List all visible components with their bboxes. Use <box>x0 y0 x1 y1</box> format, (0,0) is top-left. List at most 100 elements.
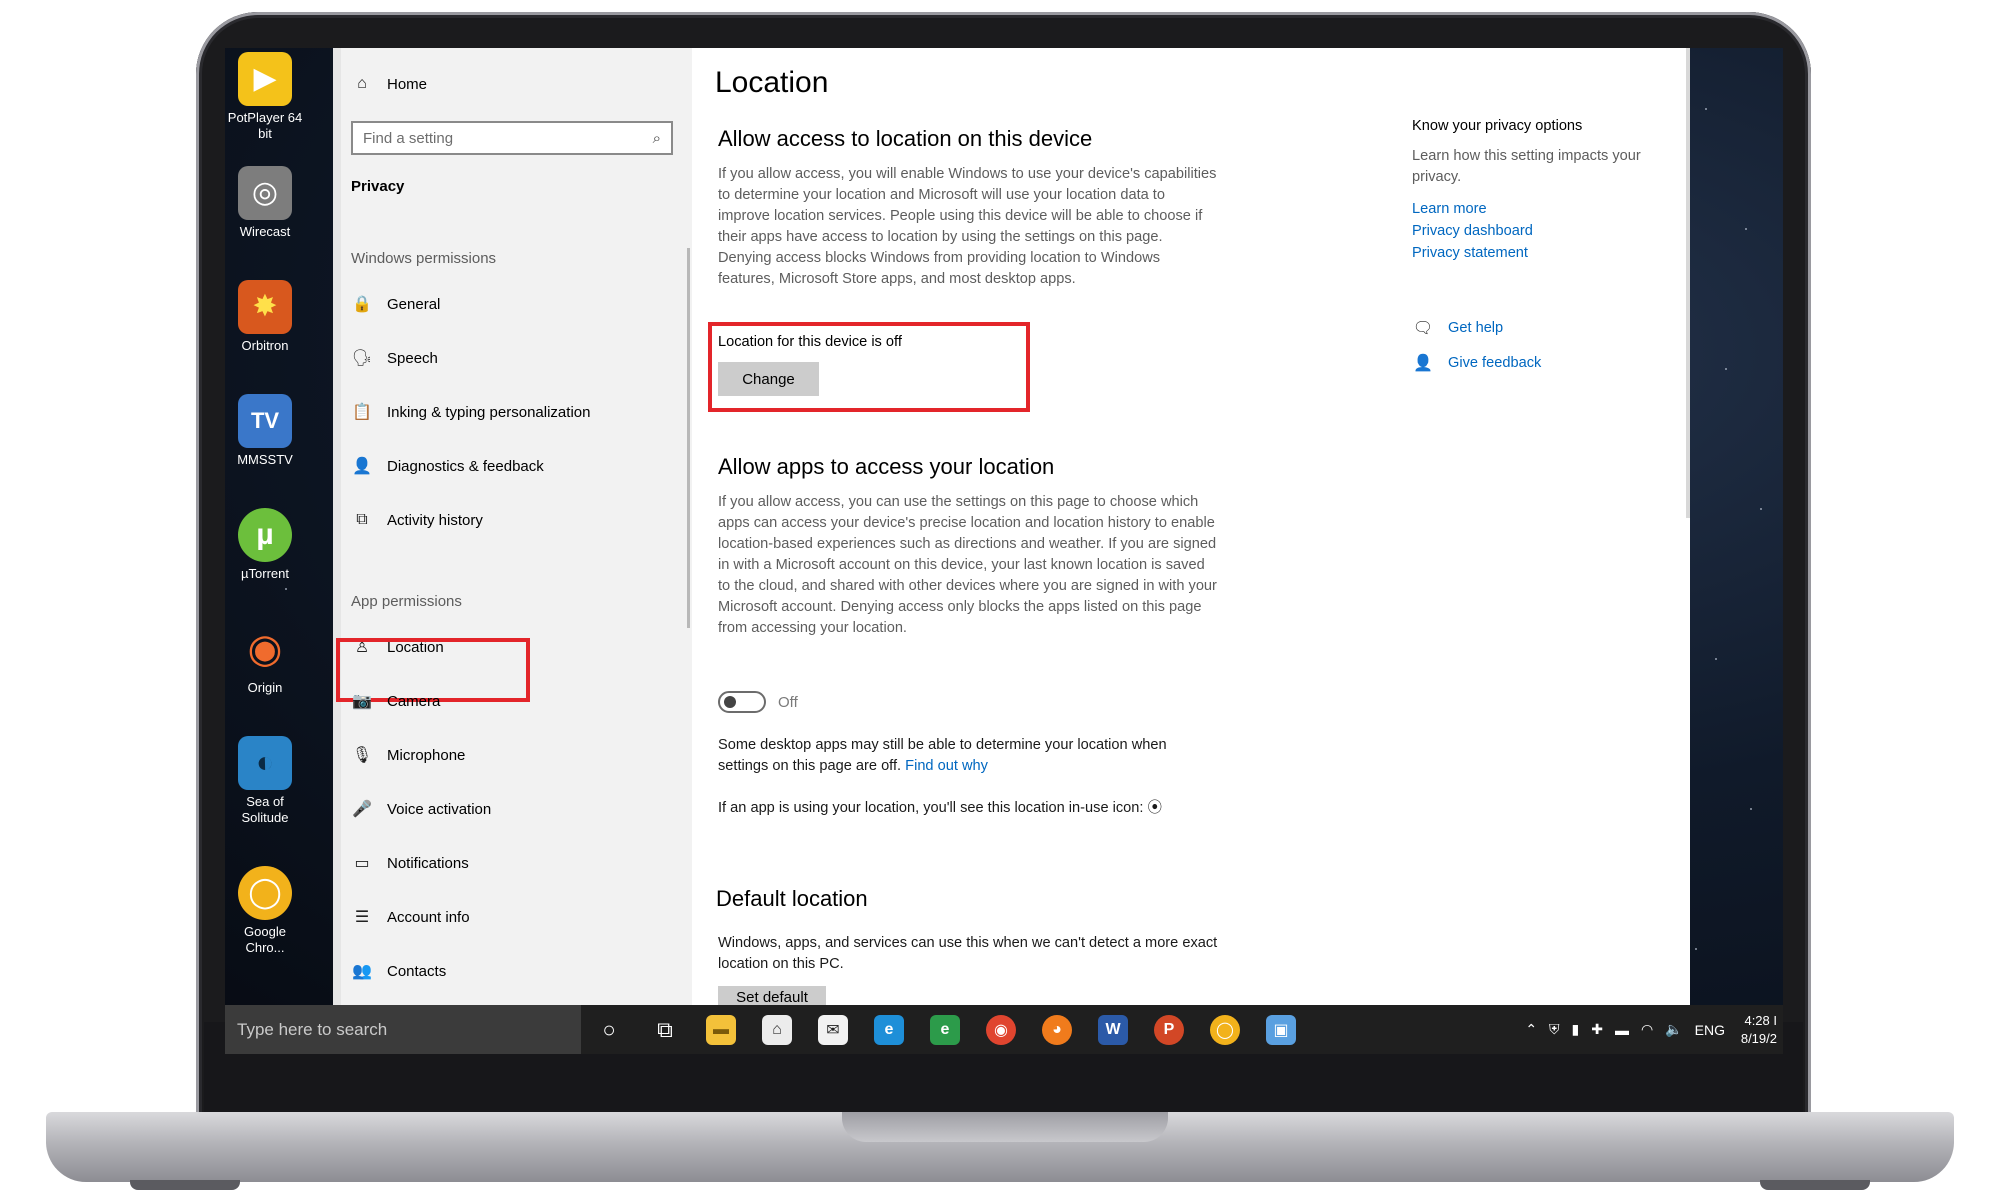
taskbar-remote-desktop[interactable]: ▣ <box>1253 1005 1309 1054</box>
desktop-icon-mmsstv[interactable]: TV MMSSTV <box>225 394 305 468</box>
taskbar-internet-explorer[interactable]: e <box>861 1005 917 1054</box>
sidebar-item-label: Diagnostics & feedback <box>387 457 544 475</box>
sidebar-item-notifications[interactable]: ▭ Notifications <box>351 843 469 883</box>
shield-icon[interactable]: ⛨ <box>1549 1021 1560 1038</box>
taskbar-firefox[interactable]: ◕ <box>1029 1005 1085 1054</box>
home-icon: ⌂ <box>357 75 367 92</box>
taskbar-mail[interactable]: ✉ <box>805 1005 861 1054</box>
device-access-description: If you allow access, you will enable Win… <box>718 166 1217 287</box>
sidebar-item-home[interactable]: ⌂ Home <box>351 64 427 104</box>
word-icon: W <box>1098 1014 1128 1045</box>
desktop-icon-google-chrome[interactable]: ◯ Google Chro... <box>225 866 305 956</box>
sidebar-item-contacts[interactable]: 👥 Contacts <box>351 951 446 991</box>
sidebar-item-speech[interactable]: 🗣 Speech <box>351 338 438 378</box>
in-use-text: If an app is using your location, you'll… <box>718 800 1144 816</box>
clock-time: 4:28 I <box>1744 1012 1777 1028</box>
desktop-icon-label: Orbitron <box>241 338 289 353</box>
desktop-icon-label: MMSSTV <box>237 452 293 467</box>
clock-date: 8/19/2 <box>1740 1030 1777 1046</box>
location-in-use-icon: ⦿ <box>1147 800 1163 816</box>
clock[interactable]: 4:28 I 8/19/2 <box>1731 1012 1777 1048</box>
taskbar-search-input[interactable]: Type here to search <box>225 1005 581 1054</box>
desktop-icon-utorrent[interactable]: µ µTorrent <box>225 508 305 582</box>
laptop-notch <box>842 1112 1168 1142</box>
taskbar-chrome-canary[interactable]: ◯ <box>1197 1005 1253 1054</box>
security-icon[interactable]: ✚ <box>1591 1021 1603 1038</box>
privacy-dashboard-link[interactable]: Privacy dashboard <box>1412 220 1682 242</box>
get-help-label: Get help <box>1448 320 1504 336</box>
account-info-icon: ☰ <box>354 909 370 926</box>
find-out-why-link[interactable]: Find out why <box>905 758 988 774</box>
sidebar-item-label: Inking & typing personalization <box>387 403 591 421</box>
sidebar-item-diagnostics[interactable]: 👤 Diagnostics & feedback <box>351 446 544 486</box>
volume-icon[interactable]: 🔈 <box>1665 1021 1682 1038</box>
apps-access-description: If you allow access, you can use the set… <box>718 494 1217 636</box>
sidebar-item-voice-activation[interactable]: 🎤 Voice activation <box>351 789 491 829</box>
location-apps-toggle[interactable] <box>718 691 766 713</box>
sidebar-item-label: Microphone <box>387 746 466 764</box>
privacy-statement-link[interactable]: Privacy statement <box>1412 242 1682 264</box>
clipboard-icon: 📋 <box>352 404 372 421</box>
sidebar-scrollbar[interactable] <box>687 248 690 628</box>
system-tray: ⌃ ⛨ ▮ ✚ ▬ ◠ 🔈 ENG 4:28 I 8/19/2 <box>1519 1005 1783 1054</box>
taskbar-powerpoint[interactable]: P <box>1141 1005 1197 1054</box>
taskbar-word[interactable]: W <box>1085 1005 1141 1054</box>
section-title: Privacy <box>351 166 404 206</box>
powerpoint-icon: P <box>1154 1014 1184 1045</box>
lock-icon: 🔒 <box>352 296 372 313</box>
get-help-link[interactable]: 🗨 Get help <box>1412 318 1503 338</box>
toggle-state-label: Off <box>778 694 798 711</box>
task-view-icon[interactable]: ⧉ <box>637 1005 693 1054</box>
give-feedback-link[interactable]: 👤 Give feedback <box>1412 353 1541 373</box>
taskbar-chrome[interactable]: ◉ <box>973 1005 1029 1054</box>
sidebar-item-label: General <box>387 295 441 313</box>
sidebar-item-microphone[interactable]: 🎙 Microphone <box>351 735 466 775</box>
taskbar-store[interactable]: ⌂ <box>749 1005 805 1054</box>
desktop-icon-origin[interactable]: ◉ Origin <box>225 622 305 696</box>
windows-permissions-heading: Windows permissions <box>351 250 497 267</box>
sidebar-item-general[interactable]: 🔒 General <box>351 284 440 324</box>
usb-icon[interactable]: ▮ <box>1572 1021 1580 1038</box>
firefox-icon: ◕ <box>1042 1014 1072 1045</box>
device-location-status: Location for this device is off <box>718 334 902 350</box>
desktop-icon-potplayer[interactable]: ▶ PotPlayer 64 bit <box>225 52 305 142</box>
search-placeholder: Find a setting <box>363 129 454 147</box>
desktop-icon-sea-of-solitude[interactable]: ◐ Sea of Solitude <box>225 736 305 826</box>
taskbar-edge[interactable]: e <box>917 1005 973 1054</box>
sidebar-item-activity-history[interactable]: ⧉ Activity history <box>351 500 483 540</box>
chevron-up-icon[interactable]: ⌃ <box>1525 1021 1537 1038</box>
cortana-icon[interactable]: ○ <box>581 1005 637 1054</box>
laptop-foot-left <box>130 1180 240 1190</box>
sidebar-edge <box>333 48 341 1005</box>
camera-icon: 📷 <box>352 693 372 710</box>
remote-desktop-icon: ▣ <box>1266 1014 1296 1045</box>
potplayer-icon: ▶ <box>238 52 292 106</box>
desktop-icon-orbitron[interactable]: ✸ Orbitron <box>225 280 305 354</box>
desktop-icon-label: PotPlayer 64 bit <box>227 110 303 141</box>
taskbar-file-explorer[interactable]: ▬ <box>693 1005 749 1054</box>
language-indicator[interactable]: ENG <box>1695 1022 1725 1038</box>
sidebar-item-label: Notifications <box>387 854 469 872</box>
learn-more-link[interactable]: Learn more <box>1412 198 1682 220</box>
set-default-button[interactable]: Set default <box>718 986 826 1005</box>
wifi-icon[interactable]: ◠ <box>1641 1021 1653 1038</box>
sidebar-item-label: Activity history <box>387 511 483 529</box>
default-location-heading: Default location <box>716 886 868 911</box>
desktop-apps-note: Some desktop apps may still be able to d… <box>718 735 1218 777</box>
desktop-icon-wirecast[interactable]: ◎ Wirecast <box>225 166 305 240</box>
search-input[interactable]: Find a setting ⌕ <box>351 121 673 155</box>
notification-icon: ▭ <box>354 855 370 872</box>
wirecast-icon: ◎ <box>238 166 292 220</box>
sidebar: ⌂ Home Find a setting ⌕ Privacy Windows … <box>333 48 692 1005</box>
battery-icon[interactable]: ▬ <box>1615 1022 1629 1038</box>
content-scrollbar[interactable] <box>1686 48 1690 518</box>
change-button[interactable]: Change <box>718 362 819 396</box>
in-use-note: If an app is using your location, you'll… <box>718 798 1238 819</box>
taskbar: Type here to search ○ ⧉ ▬ ⌂ ✉ e e ◉ ◕ W … <box>225 1005 1783 1054</box>
sidebar-item-inking-typing[interactable]: 📋 Inking & typing personalization <box>351 392 590 432</box>
give-feedback-label: Give feedback <box>1448 355 1542 371</box>
sidebar-item-account-info[interactable]: ☰ Account info <box>351 897 470 937</box>
timeline-icon: ⧉ <box>356 511 368 528</box>
sidebar-item-camera[interactable]: 📷 Camera <box>351 681 440 721</box>
sidebar-item-label: Voice activation <box>387 800 492 818</box>
